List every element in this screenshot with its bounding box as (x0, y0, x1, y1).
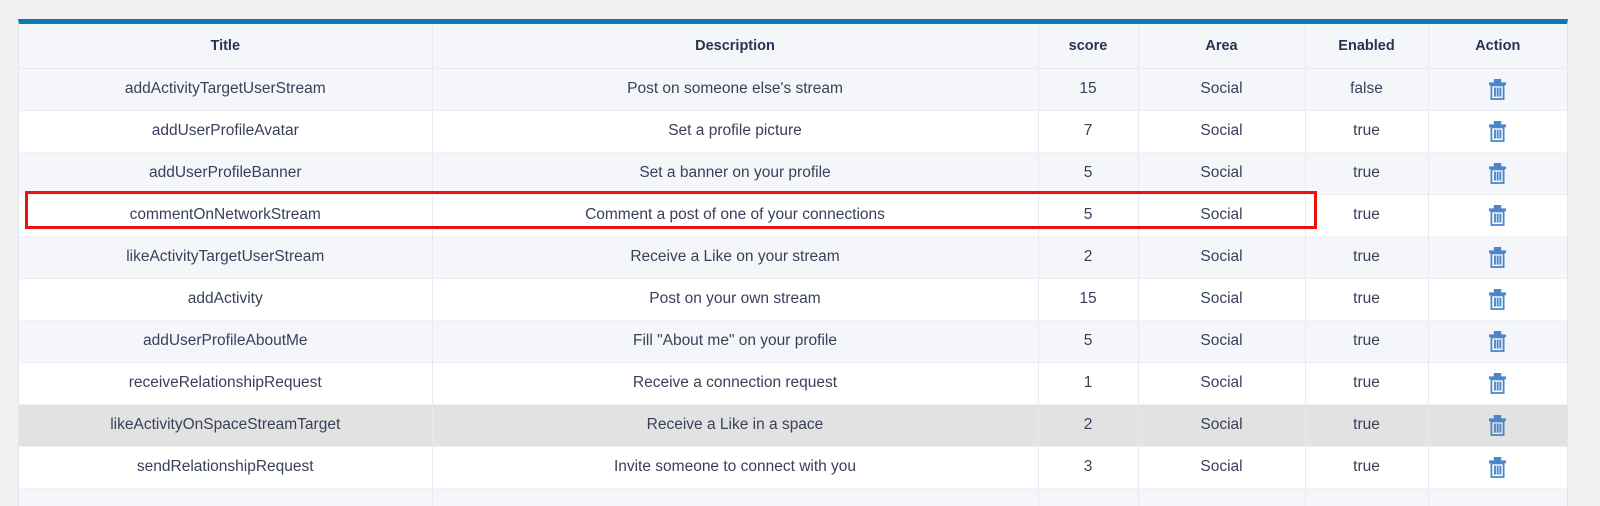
trash-icon[interactable] (1488, 372, 1507, 394)
cell-title: likeActivityTargetUserStream (19, 236, 433, 279)
cell-title: commentOnNetworkStream (19, 194, 433, 237)
table-header: Title Description score Area Enabled Act… (19, 24, 1567, 69)
cell-enabled (1305, 488, 1429, 506)
cell-enabled: true (1305, 110, 1429, 153)
cell-area: Social (1138, 194, 1306, 237)
cell-description: Receive a Like in a space (432, 404, 1039, 447)
trash-icon[interactable] (1488, 120, 1507, 142)
cell-score: 15 (1038, 68, 1139, 111)
column-header-enabled[interactable]: Enabled (1305, 24, 1429, 69)
cell-title: addUserProfileAvatar (19, 110, 433, 153)
cell-enabled: true (1305, 362, 1429, 405)
cell-description: Invite someone to connect with you (432, 446, 1039, 489)
permissions-table: Title Description score Area Enabled Act… (19, 24, 1567, 506)
trash-icon[interactable] (1488, 162, 1507, 184)
cell-score: 15 (1038, 278, 1139, 321)
cell-action (1428, 236, 1567, 279)
cell-action (1428, 362, 1567, 405)
cell-enabled: true (1305, 194, 1429, 237)
table-row[interactable]: addUserProfileAboutMe Fill "About me" on … (19, 320, 1567, 363)
cell-enabled: true (1305, 446, 1429, 489)
cell-description (432, 488, 1039, 506)
cell-description: Receive a connection request (432, 362, 1039, 405)
cell-enabled: true (1305, 320, 1429, 363)
cell-score: 1 (1038, 362, 1139, 405)
cell-area: Social (1138, 68, 1306, 111)
cell-title: likeActivityOnSpaceStreamTarget (19, 404, 433, 447)
trash-icon[interactable] (1488, 246, 1507, 268)
cell-action (1428, 278, 1567, 321)
cell-area: Social (1138, 110, 1306, 153)
cell-action (1428, 446, 1567, 489)
table-header-row: Title Description score Area Enabled Act… (19, 24, 1567, 69)
cell-action (1428, 152, 1567, 195)
cell-description: Comment a post of one of your connection… (432, 194, 1039, 237)
cell-area: Social (1138, 362, 1306, 405)
trash-icon[interactable] (1488, 456, 1507, 478)
column-header-score[interactable]: score (1038, 24, 1139, 69)
column-header-title[interactable]: Title (19, 24, 433, 69)
cell-enabled: true (1305, 278, 1429, 321)
table-row[interactable]: sendRelationshipRequest Invite someone to… (19, 446, 1567, 489)
cell-score (1038, 488, 1139, 506)
cell-action (1428, 194, 1567, 237)
cell-description: Post on someone else's stream (432, 68, 1039, 111)
cell-title: addUserProfileAboutMe (19, 320, 433, 363)
cell-action (1428, 110, 1567, 153)
table-row[interactable]: addActivity Post on your own stream 15 Soci… (19, 278, 1567, 321)
data-table-container: Title Description score Area Enabled Act… (18, 19, 1568, 506)
trash-icon[interactable] (1488, 204, 1507, 226)
cell-score: 5 (1038, 320, 1139, 363)
cell-score: 2 (1038, 236, 1139, 279)
table-row[interactable]: addUserProfileBanner Set a banner on your… (19, 152, 1567, 195)
table-row[interactable]: commentOnNetworkStream Comment a post of … (19, 194, 1567, 237)
cell-enabled: true (1305, 404, 1429, 447)
cell-description: Set a banner on your profile (432, 152, 1039, 195)
cell-title: addUserProfileBanner (19, 152, 433, 195)
cell-enabled: true (1305, 152, 1429, 195)
trash-icon[interactable] (1488, 78, 1507, 100)
cell-action (1428, 68, 1567, 111)
cell-score: 5 (1038, 194, 1139, 237)
table-row[interactable]: addUserProfileAvatar Set a profile pictur… (19, 110, 1567, 153)
trash-icon[interactable] (1488, 288, 1507, 310)
cell-area: Social (1138, 236, 1306, 279)
cell-description: Receive a Like on your stream (432, 236, 1039, 279)
cell-title (19, 488, 433, 506)
column-header-action: Action (1428, 24, 1567, 69)
column-header-area[interactable]: Area (1138, 24, 1306, 69)
cell-area: Social (1138, 446, 1306, 489)
cell-area: Social (1138, 404, 1306, 447)
cell-area: Social (1138, 320, 1306, 363)
cell-area (1138, 488, 1306, 506)
cell-description: Set a profile picture (432, 110, 1039, 153)
cell-score: 5 (1038, 152, 1139, 195)
table-row[interactable]: likeActivityTargetUserStream Receive a Li… (19, 236, 1567, 279)
table-row[interactable] (19, 488, 1567, 506)
cell-enabled: false (1305, 68, 1429, 111)
cell-title: addActivityTargetUserStream (19, 68, 433, 111)
trash-icon[interactable] (1488, 414, 1507, 436)
cell-enabled: true (1305, 236, 1429, 279)
cell-title: sendRelationshipRequest (19, 446, 433, 489)
cell-action (1428, 404, 1567, 447)
column-header-description[interactable]: Description (432, 24, 1039, 69)
cell-score: 3 (1038, 446, 1139, 489)
table-row[interactable]: likeActivityOnSpaceStreamTarget Receive a… (19, 404, 1567, 447)
page-root: Title Description score Area Enabled Act… (0, 0, 1600, 506)
trash-icon[interactable] (1488, 330, 1507, 352)
cell-score: 2 (1038, 404, 1139, 447)
table-row[interactable]: addActivityTargetUserStream Post on someo… (19, 68, 1567, 111)
cell-action (1428, 320, 1567, 363)
cell-area: Social (1138, 278, 1306, 321)
table-body: addActivityTargetUserStream Post on someo… (19, 68, 1567, 506)
cell-score: 7 (1038, 110, 1139, 153)
cell-description: Fill "About me" on your profile (432, 320, 1039, 363)
cell-action (1428, 488, 1567, 506)
cell-description: Post on your own stream (432, 278, 1039, 321)
cell-title: receiveRelationshipRequest (19, 362, 433, 405)
cell-area: Social (1138, 152, 1306, 195)
cell-title: addActivity (19, 278, 433, 321)
table-row[interactable]: receiveRelationshipRequest Receive a conn… (19, 362, 1567, 405)
